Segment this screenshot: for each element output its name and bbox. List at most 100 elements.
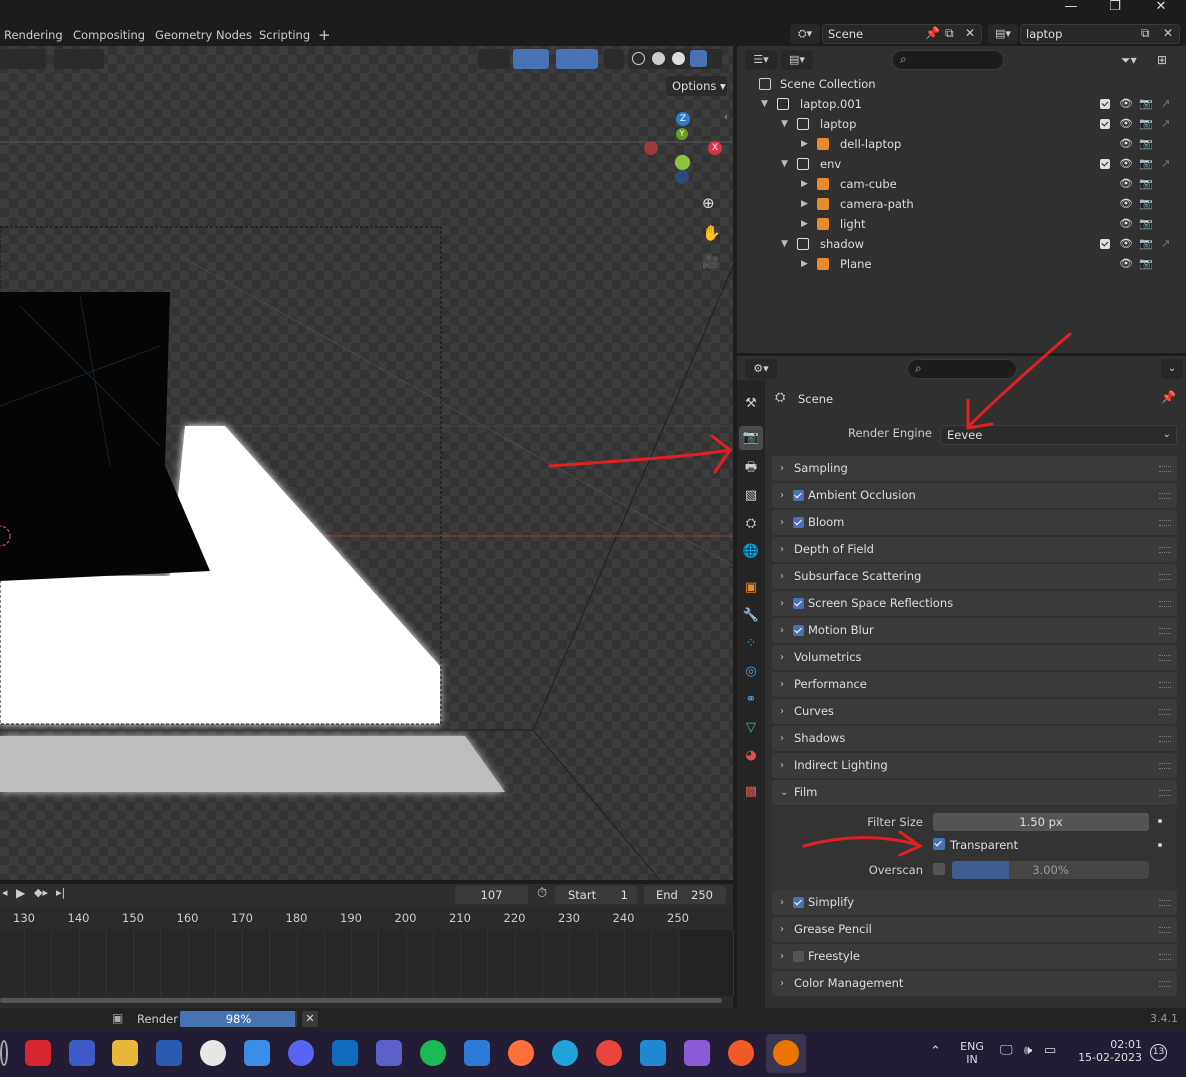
section-header[interactable]: › Motion Blur xyxy=(772,618,1177,643)
drag-grip-icon[interactable] xyxy=(1159,466,1171,472)
eye-icon[interactable]: 👁 xyxy=(1119,98,1133,110)
file-explorer-icon[interactable] xyxy=(112,1040,138,1066)
overlay-toggle-icon[interactable] xyxy=(556,49,598,69)
scene-tab-icon[interactable]: ⛭ xyxy=(739,512,763,536)
expand-arrow-right-icon[interactable]: ▶ xyxy=(801,174,808,194)
jump-end-icon[interactable]: ▸| xyxy=(56,886,65,899)
select-arrow-icon[interactable]: ↗ xyxy=(1161,158,1174,170)
eye-icon[interactable]: 👁 xyxy=(1119,258,1133,270)
timeline-tracks[interactable] xyxy=(0,930,734,996)
exclude-checkbox[interactable] xyxy=(1100,99,1110,109)
camera-render-icon[interactable]: 📷 xyxy=(1139,238,1153,250)
constraints-tab-icon[interactable]: ⚭ xyxy=(739,688,763,712)
section-header[interactable]: › Curves xyxy=(772,699,1177,724)
gizmo-center[interactable] xyxy=(674,154,691,171)
section-header[interactable]: › Ambient Occlusion xyxy=(772,483,1177,508)
new-collection-icon[interactable]: ⊞ xyxy=(1157,50,1179,70)
section-enable-checkbox[interactable] xyxy=(793,598,804,609)
xray-icon[interactable] xyxy=(604,49,624,69)
outliner-row[interactable]: ▶ dell-laptop 👁 📷 xyxy=(737,134,1186,154)
drag-grip-icon[interactable] xyxy=(1159,520,1171,526)
eye-icon[interactable]: 👁 xyxy=(1119,238,1133,250)
section-header[interactable]: › Sampling xyxy=(772,456,1177,481)
transparent-checkbox[interactable] xyxy=(933,838,945,850)
outliner-row[interactable]: ▼ laptop.001 👁 📷 ↗ xyxy=(737,94,1186,114)
outliner-row[interactable]: ▶ light 👁 📷 xyxy=(737,214,1186,234)
expand-arrow-right-icon[interactable]: ▶ xyxy=(801,214,808,234)
visibility-icon[interactable] xyxy=(478,49,510,69)
drag-grip-icon[interactable] xyxy=(1159,954,1171,960)
transform-orientation-icon[interactable] xyxy=(0,49,46,69)
app-grid-icon[interactable] xyxy=(69,1040,95,1066)
shading-mode-icons[interactable] xyxy=(628,49,722,69)
new-view-layer-icon[interactable]: ⧉ xyxy=(1141,26,1150,41)
gizmo-y-axis[interactable]: Y xyxy=(676,128,688,140)
filter-icon[interactable]: ⏷▾ xyxy=(1121,50,1151,70)
section-enable-checkbox[interactable] xyxy=(793,625,804,636)
section-header[interactable]: › Screen Space Reflections xyxy=(772,591,1177,616)
drag-grip-icon[interactable] xyxy=(1159,574,1171,580)
end-frame-field[interactable]: End 250 xyxy=(644,886,726,904)
tab-compositing[interactable]: Compositing xyxy=(73,26,145,44)
select-arrow-icon[interactable]: ↗ xyxy=(1161,238,1174,250)
camera-render-icon[interactable]: 📷 xyxy=(1139,218,1153,230)
drag-grip-icon[interactable] xyxy=(1159,981,1171,987)
display-mode-icon[interactable]: ▤▾ xyxy=(781,50,813,70)
section-header[interactable]: › Performance xyxy=(772,672,1177,697)
clock-icon[interactable]: ⏱ xyxy=(537,886,547,901)
vscode-icon[interactable] xyxy=(640,1040,666,1066)
language-indicator[interactable]: ENG IN xyxy=(960,1040,984,1066)
section-header[interactable]: › Grease Pencil xyxy=(772,917,1177,942)
clock-area[interactable]: 02:01 15-02-2023 xyxy=(1072,1038,1142,1064)
view-layer-selector[interactable]: laptop ⧉ ✕ xyxy=(1020,24,1180,44)
teams-icon[interactable] xyxy=(376,1040,402,1066)
section-header[interactable]: › Simplify xyxy=(772,890,1177,915)
eye-icon[interactable]: 👁 xyxy=(1119,138,1133,150)
powershell-icon[interactable] xyxy=(156,1040,182,1066)
eye-icon[interactable]: 👁 xyxy=(1119,178,1133,190)
texture-tab-icon[interactable]: ▩ xyxy=(739,780,763,804)
firefox-icon[interactable] xyxy=(508,1040,534,1066)
gizmo-z-axis[interactable]: Z xyxy=(676,112,690,126)
tab-scripting[interactable]: Scripting xyxy=(259,26,310,44)
section-header[interactable]: › Depth of Field xyxy=(772,537,1177,562)
exclude-checkbox[interactable] xyxy=(1100,239,1110,249)
section-header[interactable]: › Bloom xyxy=(772,510,1177,535)
postman-icon[interactable] xyxy=(728,1040,754,1066)
section-header[interactable]: › Shadows xyxy=(772,726,1177,751)
object-tab-icon[interactable]: ▣ xyxy=(739,576,763,600)
timeline-scrollbar[interactable] xyxy=(0,998,722,1003)
world-tab-icon[interactable]: 🌐 xyxy=(739,540,763,564)
delete-scene-icon[interactable]: ✕ xyxy=(965,26,975,40)
chrome-icon[interactable] xyxy=(596,1040,622,1066)
cancel-render-icon[interactable]: ✕ xyxy=(302,1011,318,1027)
drag-grip-icon[interactable] xyxy=(1159,927,1171,933)
drag-grip-icon[interactable] xyxy=(1159,655,1171,661)
editor-type-icon[interactable]: ☰▾ xyxy=(745,50,777,70)
start-search-icon[interactable] xyxy=(0,1040,8,1066)
gizmo-x-axis[interactable]: X xyxy=(708,141,722,155)
tool-tab-icon[interactable]: ⚒ xyxy=(739,392,763,416)
properties-search-input[interactable]: ⌕ xyxy=(907,359,1017,379)
sidebar-toggle-icon[interactable]: ‹ xyxy=(724,112,728,123)
tab-geometry-nodes[interactable]: Geometry Nodes xyxy=(155,26,252,44)
expand-arrow-right-icon[interactable]: ▶ xyxy=(801,254,808,274)
render-engine-dropdown[interactable]: Eevee ⌄ xyxy=(940,425,1177,445)
eye-icon[interactable]: 👁 xyxy=(1119,218,1133,230)
overscan-slider[interactable]: 3.00% xyxy=(952,861,1149,879)
discord-icon[interactable] xyxy=(288,1040,314,1066)
section-enable-checkbox[interactable] xyxy=(793,897,804,908)
data-tab-icon[interactable]: ▽ xyxy=(739,716,763,740)
monitor-icon[interactable]: 🖵 xyxy=(1000,1043,1013,1058)
expand-arrow-right-icon[interactable]: ▶ xyxy=(801,194,808,214)
keyframe-dot-icon[interactable] xyxy=(1158,819,1162,823)
drag-grip-icon[interactable] xyxy=(1159,790,1171,796)
current-frame-field[interactable]: 107 xyxy=(455,886,528,904)
output-tab-icon[interactable]: 🖶 xyxy=(739,456,763,480)
drag-grip-icon[interactable] xyxy=(1159,763,1171,769)
delete-view-layer-icon[interactable]: ✕ xyxy=(1163,26,1173,40)
exclude-checkbox[interactable] xyxy=(1100,119,1110,129)
jump-back-icon[interactable]: ◂ xyxy=(2,886,8,899)
todo-icon[interactable] xyxy=(464,1040,490,1066)
blender-taskbar-button[interactable] xyxy=(766,1034,806,1073)
